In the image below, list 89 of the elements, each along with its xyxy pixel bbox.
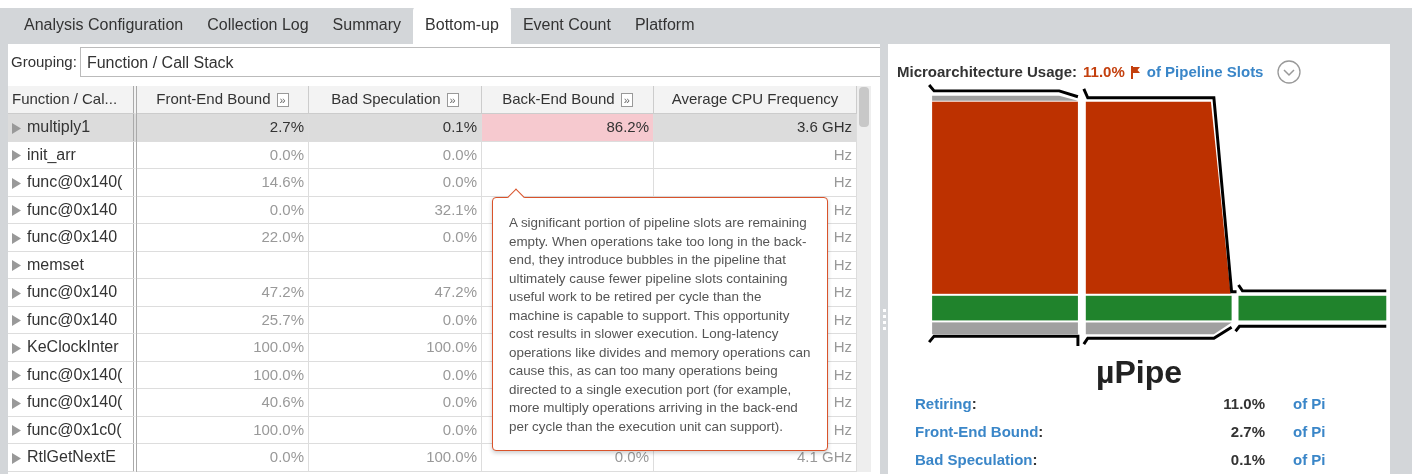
tab[interactable]: Event Count bbox=[510, 7, 623, 44]
metric-link[interactable]: Front-End Bound bbox=[915, 423, 1039, 440]
metric-value: 11.0% bbox=[1222, 394, 1265, 414]
column-header[interactable]: Average CPU Frequency bbox=[654, 86, 857, 114]
table-row[interactable]: func@0x140( bbox=[8, 361, 137, 389]
metric-value: 0.1% bbox=[1229, 450, 1265, 470]
table-row[interactable]: func@0x140 bbox=[8, 224, 137, 252]
table-row[interactable]: func@0x140 bbox=[8, 196, 137, 224]
metric-link[interactable]: Retiring bbox=[915, 395, 972, 412]
table-cell: 22.0% bbox=[137, 224, 309, 252]
tab[interactable]: Platform bbox=[622, 7, 707, 44]
table-cell: 0.0% bbox=[137, 196, 309, 224]
table-cell: 0.0% bbox=[137, 444, 309, 472]
column-header[interactable]: Front-End Bound » bbox=[137, 86, 309, 114]
summary-label: Microarchitecture Usage: bbox=[897, 61, 1078, 82]
colon: : bbox=[971, 395, 977, 412]
table-row[interactable]: KeClockInter bbox=[8, 334, 137, 362]
function-name: func@0x140 bbox=[27, 309, 118, 330]
colon: : bbox=[1038, 423, 1044, 440]
function-name: func@0x140( bbox=[27, 392, 123, 413]
pipeline-slots-link[interactable]: of Pipeline Slots bbox=[1146, 60, 1264, 84]
table-cell: 100.0% bbox=[309, 444, 482, 472]
expand-column-button[interactable]: » bbox=[446, 92, 459, 107]
expand-column-button[interactable]: » bbox=[276, 92, 289, 107]
column-header[interactable]: Bad Speculation » bbox=[309, 86, 482, 114]
table-cell: 32.1% bbox=[309, 196, 482, 224]
table-cell: 0.0% bbox=[309, 224, 482, 252]
table-cell: 47.2% bbox=[137, 279, 309, 307]
table-row[interactable]: func@0x140( bbox=[8, 389, 137, 417]
table-cell: 0.0% bbox=[137, 141, 309, 169]
table-row[interactable]: func@0x140 bbox=[8, 279, 137, 307]
table-cell: 100.0% bbox=[137, 334, 309, 362]
table-cell: 100.0% bbox=[137, 361, 309, 389]
table-cell: 3.6 GHz bbox=[654, 114, 857, 142]
table-cell: 0.0% bbox=[309, 141, 482, 169]
grouping-field[interactable]: Function / Call Stack bbox=[79, 47, 880, 77]
table-cell: 100.0% bbox=[137, 416, 309, 444]
tab[interactable]: Analysis Configuration bbox=[12, 7, 196, 44]
tab[interactable]: Summary bbox=[320, 7, 414, 44]
colon: : bbox=[1032, 451, 1038, 468]
table-cell: 14.6% bbox=[137, 169, 309, 197]
unit-link[interactable]: of Pi bbox=[1265, 418, 1325, 446]
table-cell: 86.2% bbox=[482, 114, 654, 142]
table-cell: 0.0% bbox=[309, 361, 482, 389]
unit-link[interactable]: of Pi bbox=[1265, 446, 1325, 474]
splitter-handle[interactable] bbox=[880, 44, 888, 474]
function-name: func@0x140( bbox=[27, 172, 123, 193]
table-cell: 100.0% bbox=[309, 334, 482, 362]
metric-link[interactable]: Bad Speculation bbox=[915, 451, 1033, 468]
grouping-label: Grouping: bbox=[11, 51, 77, 72]
summary-value: 11.0% bbox=[1083, 61, 1125, 82]
expand-icon[interactable] bbox=[1277, 60, 1302, 84]
scrollbar[interactable] bbox=[857, 86, 871, 472]
unit-link[interactable]: of Pi bbox=[1265, 390, 1325, 418]
function-name: func@0x140( bbox=[27, 364, 123, 385]
tab[interactable]: Bottom-up bbox=[413, 7, 511, 44]
function-name: memset bbox=[27, 254, 84, 275]
table-cell: 0.1% bbox=[309, 114, 482, 142]
function-name: func@0x140 bbox=[27, 227, 118, 248]
function-name: func@0x1c0( bbox=[27, 419, 122, 440]
table-row[interactable]: func@0x140 bbox=[8, 306, 137, 334]
table-row[interactable]: multiply1 bbox=[8, 114, 137, 142]
table-cell: Hz bbox=[654, 141, 857, 169]
table-row[interactable]: memset bbox=[8, 251, 137, 279]
function-name: func@0x140 bbox=[27, 199, 118, 220]
metric-value: 2.7% bbox=[1229, 422, 1265, 442]
table-row[interactable]: RtlGetNextE bbox=[8, 444, 137, 472]
function-name: RtlGetNextE bbox=[27, 447, 116, 468]
table-cell: 47.2% bbox=[309, 279, 482, 307]
table-cell: 40.6% bbox=[137, 389, 309, 417]
tab[interactable]: Collection Log bbox=[195, 7, 321, 44]
column-header[interactable]: Back-End Bound » bbox=[482, 86, 654, 114]
diagram-title: µPipe bbox=[1095, 354, 1183, 390]
table-cell: 25.7% bbox=[137, 306, 309, 334]
function-name: func@0x140 bbox=[27, 282, 118, 303]
function-name: init_arr bbox=[27, 144, 76, 165]
table-cell: 0.0% bbox=[309, 169, 482, 197]
column-header[interactable]: Function / Cal... bbox=[8, 86, 137, 114]
table-cell: 0.0% bbox=[309, 389, 482, 417]
table-cell: 0.0% bbox=[309, 306, 482, 334]
table-row[interactable]: init_arr bbox=[8, 141, 137, 169]
expand-column-button[interactable]: » bbox=[620, 92, 633, 107]
table-row[interactable]: func@0x140( bbox=[8, 169, 137, 197]
table-cell: Hz bbox=[654, 169, 857, 197]
table-cell: 2.7% bbox=[137, 114, 309, 142]
function-name: multiply1 bbox=[27, 117, 91, 138]
table-row[interactable]: func@0x1c0( bbox=[8, 416, 137, 444]
table-cell: 0.0% bbox=[309, 416, 482, 444]
function-name: KeClockInter bbox=[27, 337, 119, 358]
